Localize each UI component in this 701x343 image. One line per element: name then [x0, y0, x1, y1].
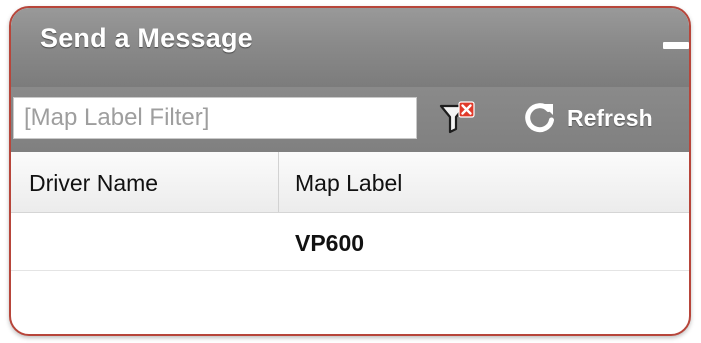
table-header: Driver Name Map Label: [11, 152, 689, 213]
refresh-icon: [525, 103, 554, 133]
table-row[interactable]: VP600: [11, 213, 689, 271]
panel-titlebar: Send a Message: [11, 8, 689, 87]
refresh-label: Refresh: [567, 104, 653, 131]
map-label-filter-input[interactable]: [13, 97, 417, 139]
minimize-icon[interactable]: [663, 42, 689, 49]
panel-title: Send a Message: [40, 23, 253, 53]
toolbar: Refresh: [11, 87, 689, 152]
column-header-driver-name[interactable]: Driver Name: [29, 170, 158, 197]
column-divider[interactable]: [278, 152, 279, 212]
send-message-panel: Send a Message Refresh Driver Name Map L…: [9, 6, 691, 336]
clear-filter-button[interactable]: [439, 101, 479, 135]
filter-clear-icon: [439, 101, 475, 134]
column-header-map-label[interactable]: Map Label: [295, 170, 402, 197]
refresh-button[interactable]: Refresh: [523, 99, 653, 137]
cell-map-label: VP600: [295, 230, 365, 256]
